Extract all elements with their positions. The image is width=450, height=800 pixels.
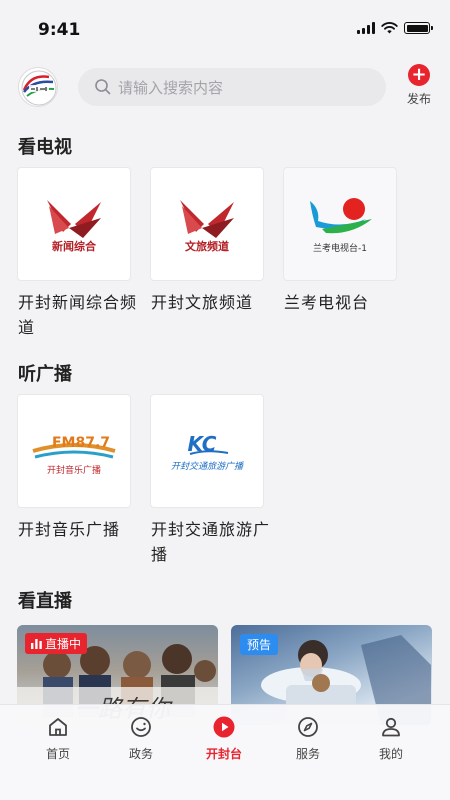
radio-label-traffic: 开封交通旅游广播 <box>151 520 271 564</box>
channel-label-lankao: 兰考电视台 <box>284 293 370 312</box>
channel-card-news[interactable]: 新闻综合 <box>17 167 131 281</box>
music-logo-sub: 开封音乐广播 <box>47 464 101 476</box>
cellular-signal-icon <box>357 22 375 34</box>
culture-travel-channel-logo: 文旅频道 <box>180 200 234 253</box>
lankao-tv-logo: 兰考电视台-1 <box>310 198 372 254</box>
news-channel-logo: 新闻综合 <box>47 200 101 253</box>
status-icons <box>357 22 433 34</box>
music-logo-freq: FM87.7 <box>52 435 110 451</box>
live-badge: 直播中 <box>25 633 88 654</box>
radio-card-music[interactable]: FM87.7 开封音乐广播 <box>17 394 131 508</box>
traffic-radio-logo: KC 开封交通旅游广播 <box>171 432 244 472</box>
publish-label: 发布 <box>406 92 431 106</box>
tab-kaifeng-tv[interactable]: 开封台 <box>189 715 259 762</box>
section-title-tv: 看电视 <box>18 137 72 158</box>
radio-card-traffic[interactable]: KC 开封交通旅游广播 <box>150 394 264 508</box>
channel-card-culture-travel[interactable]: 文旅频道 <box>150 167 264 281</box>
battery-icon <box>404 22 433 34</box>
radio-label-music: 开封音乐广播 <box>18 520 121 539</box>
tab-home[interactable]: 首页 <box>23 715 93 762</box>
kaifeng-tv-logo-icon <box>21 70 57 106</box>
tab-government-label: 政务 <box>128 747 153 761</box>
search-icon <box>95 79 111 95</box>
compass-icon <box>298 717 318 737</box>
live-bars-icon <box>31 638 42 649</box>
section-title-live: 看直播 <box>18 591 72 612</box>
add-icon: + <box>408 64 430 86</box>
live-badge-label: 直播中 <box>45 637 82 651</box>
traffic-logo-sub: 开封交通旅游广播 <box>171 461 244 472</box>
home-icon <box>49 718 67 736</box>
bottom-tab-bar: 首页 政务 开封台 服务 我的 <box>0 704 450 800</box>
status-bar: 9:41 <box>0 0 450 60</box>
search-bar[interactable]: 请输入搜索内容 <box>78 68 386 106</box>
tab-services[interactable]: 服务 <box>273 715 343 762</box>
status-time: 9:41 <box>38 20 81 40</box>
wifi-icon <box>381 22 398 34</box>
preview-badge: 预告 <box>240 634 279 655</box>
music-radio-logo: FM87.7 开封音乐广播 <box>32 435 116 476</box>
news-logo-text: 新闻综合 <box>52 239 97 253</box>
culture-logo-text: 文旅频道 <box>185 239 229 253</box>
tab-home-label: 首页 <box>45 747 70 761</box>
header: 请输入搜索内容 + 发布 <box>0 60 450 116</box>
search-placeholder: 请输入搜索内容 <box>118 78 224 97</box>
section-title-radio: 听广播 <box>18 364 72 385</box>
tab-services-label: 服务 <box>295 747 320 761</box>
channel-card-lankao[interactable]: 兰考电视台-1 <box>283 167 397 281</box>
tab-kaifeng-tv-label: 开封台 <box>205 747 242 761</box>
publish-button[interactable]: + 发布 <box>404 64 434 107</box>
channel-label-culture-travel: 开封文旅频道 <box>151 293 254 312</box>
user-icon <box>382 717 400 737</box>
tab-profile-label: 我的 <box>378 747 403 761</box>
play-circle-icon <box>213 716 235 738</box>
tab-profile[interactable]: 我的 <box>356 715 426 762</box>
tab-government[interactable]: 政务 <box>106 715 176 762</box>
station-logo-avatar[interactable] <box>18 67 58 107</box>
channel-label-news: 开封新闻综合频道 <box>18 293 138 337</box>
lankao-logo-text: 兰考电视台-1 <box>313 242 367 254</box>
government-smile-icon <box>131 717 151 737</box>
